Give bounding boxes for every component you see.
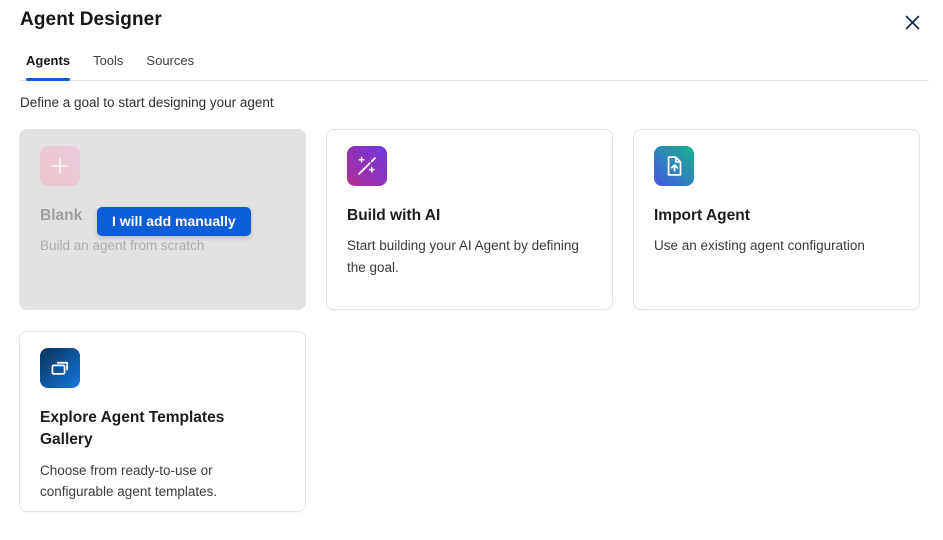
close-icon <box>904 14 921 31</box>
stacked-windows-icon <box>40 348 80 388</box>
i-will-add-manually-button[interactable]: I will add manually <box>97 207 251 236</box>
upload-file-icon <box>654 146 694 186</box>
card-build-with-ai[interactable]: Build with AI Start building your AI Age… <box>326 129 613 310</box>
card-import-agent-description: Use an existing agent configuration <box>654 235 899 256</box>
dialog-header: Agent Designer <box>0 0 943 33</box>
agent-designer-dialog: Agent Designer Agents Tools Sources Defi… <box>0 0 943 540</box>
tab-sources[interactable]: Sources <box>146 53 194 80</box>
agent-option-cards: Blank Build an agent from scratch I will… <box>19 129 920 512</box>
page-title: Agent Designer <box>20 9 162 31</box>
card-import-agent[interactable]: Import Agent Use an existing agent confi… <box>633 129 920 310</box>
card-explore-templates[interactable]: Explore Agent Templates Gallery Choose f… <box>19 331 306 512</box>
close-button[interactable] <box>901 11 923 33</box>
tab-bar: Agents Tools Sources <box>20 53 929 81</box>
goal-instruction-text: Define a goal to start designing your ag… <box>20 95 923 110</box>
card-import-agent-title: Import Agent <box>654 205 884 227</box>
card-build-with-ai-title: Build with AI <box>347 205 577 227</box>
plus-icon <box>40 146 80 186</box>
card-blank: Blank Build an agent from scratch I will… <box>19 129 306 310</box>
tab-agents[interactable]: Agents <box>26 53 70 80</box>
tab-tools[interactable]: Tools <box>93 53 123 80</box>
magic-wand-icon <box>347 146 387 186</box>
card-build-with-ai-description: Start building your AI Agent by defining… <box>347 235 592 278</box>
card-blank-description: Build an agent from scratch <box>40 235 285 256</box>
card-explore-templates-title: Explore Agent Templates Gallery <box>40 407 270 452</box>
card-explore-templates-description: Choose from ready-to-use or configurable… <box>40 460 285 503</box>
